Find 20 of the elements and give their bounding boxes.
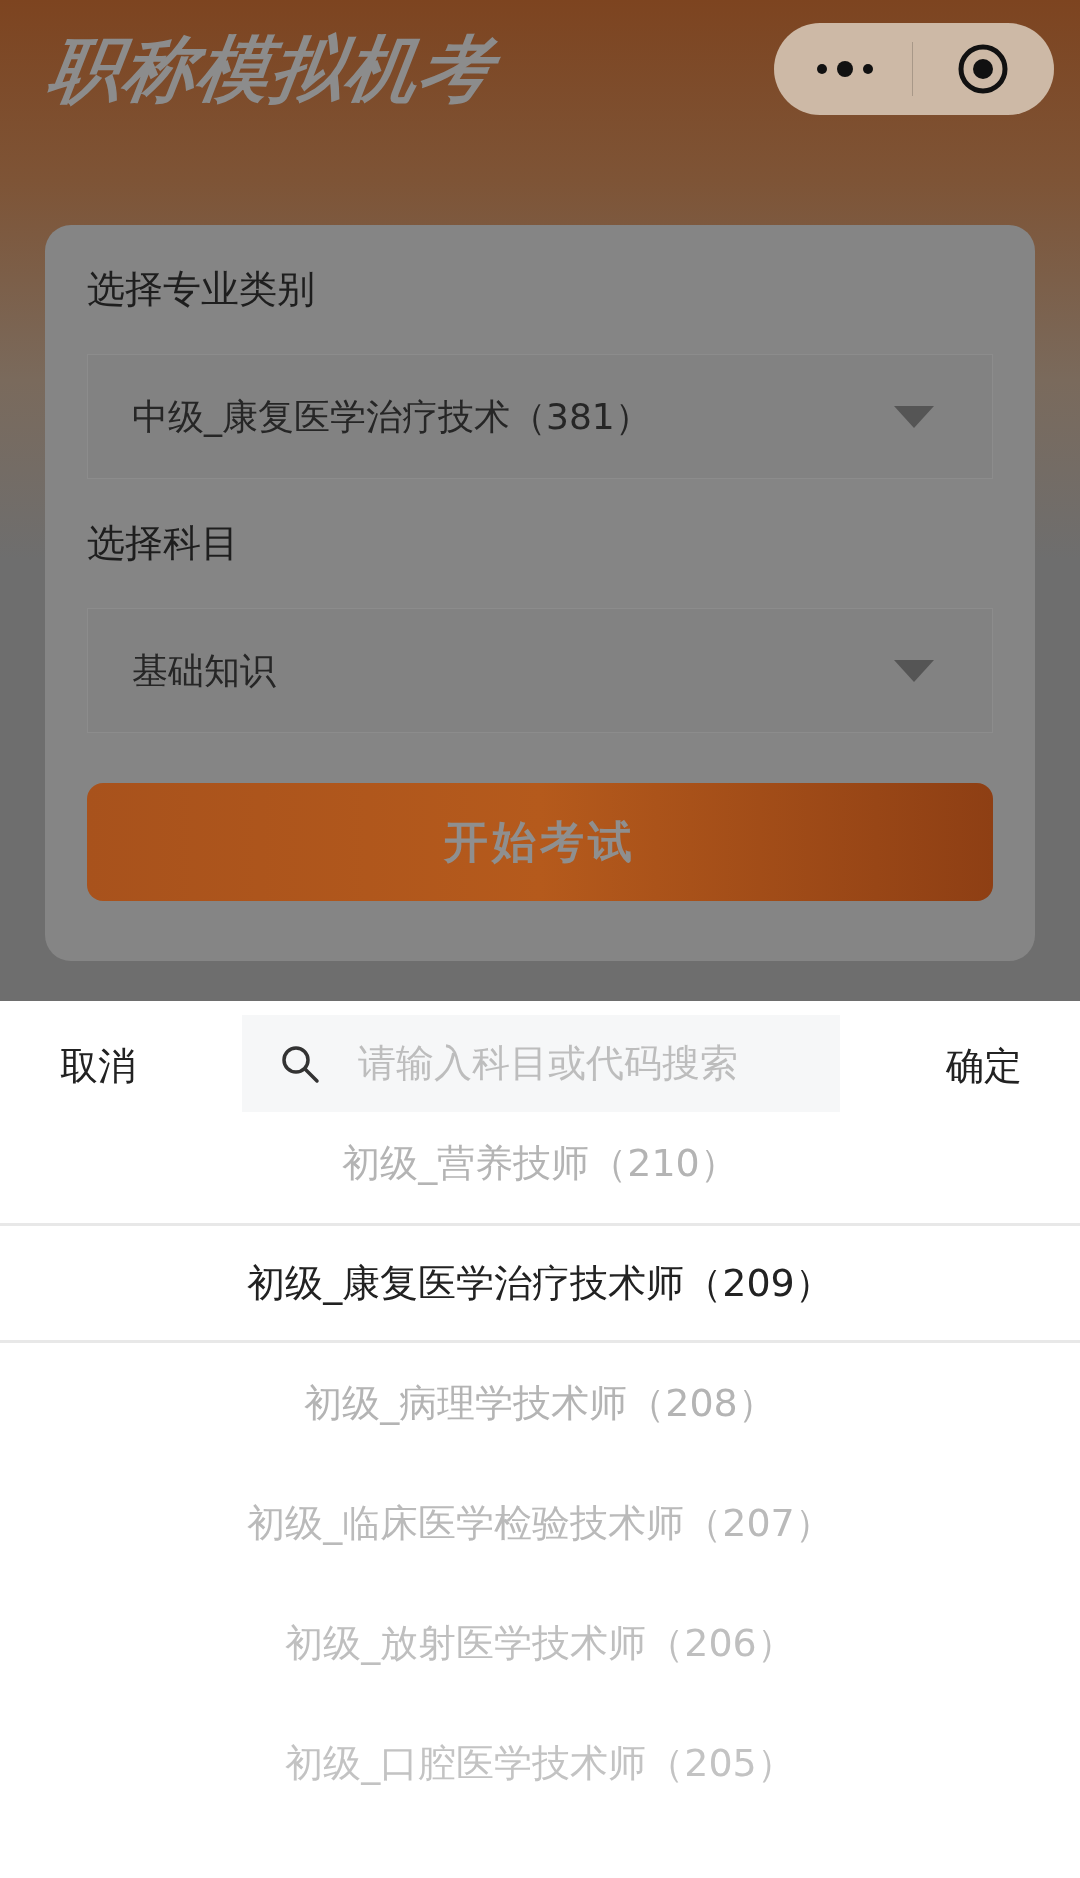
dropdown-arrow-icon [894, 659, 934, 682]
field-label: 选择专业类别 [87, 266, 316, 313]
dropdown-select[interactable]: 基础知识 [87, 608, 993, 733]
more-icon[interactable] [814, 59, 876, 79]
picker-option[interactable]: 初级_口腔医学技术师（205） [285, 1734, 795, 1792]
cancel-button[interactable]: 取消 [60, 1037, 200, 1095]
picker-option[interactable]: 初级_营养技师（210） [342, 1134, 738, 1192]
search-field[interactable]: 请输入科目或代码搜索 [242, 1014, 840, 1112]
app-title: 职称模拟机考 [43, 26, 501, 113]
picker-option[interactable]: 初级_康复医学治疗技术师（209） [247, 1254, 833, 1312]
dropdown-select[interactable]: 中级_康复医学治疗技术（381） [87, 354, 993, 479]
picker-option[interactable]: 初级_病理学技术师（208） [304, 1374, 776, 1432]
confirm-button[interactable]: 确定 [946, 1037, 1022, 1095]
picker-option[interactable]: 初级_临床医学检验技术师（207） [247, 1494, 833, 1552]
search-icon [280, 1043, 320, 1084]
start-exam-button[interactable]: 开始考试 [87, 783, 993, 901]
field-label: 选择科目 [87, 520, 240, 567]
picker-option[interactable]: 初级_放射医学技术师（206） [285, 1614, 795, 1672]
close-target-icon[interactable] [957, 43, 1009, 95]
dropdown-arrow-icon [894, 405, 934, 428]
